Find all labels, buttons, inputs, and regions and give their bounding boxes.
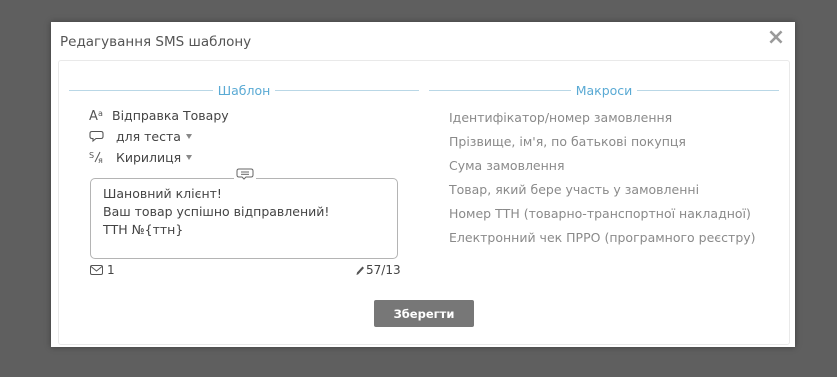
chevron-down-icon — [186, 154, 193, 160]
dialog-title: Редагування SMS шаблону — [60, 34, 252, 50]
alphabet-value: Кирилиця — [116, 149, 182, 165]
transliteration-icon: S я — [89, 150, 109, 164]
macro-item[interactable]: Електронний чек ПРРО (програмного реєстр… — [449, 230, 756, 245]
message-line: Ваш товар успішно відправлений! — [103, 204, 330, 219]
save-button[interactable]: Зберегти — [374, 300, 474, 327]
template-alphabet-row: S я Кирилиця — [89, 148, 193, 166]
chevron-down-icon — [185, 133, 192, 139]
char-counter: 57/13 — [355, 263, 401, 277]
divider — [429, 89, 571, 91]
macros-section-header: Макроси — [429, 82, 780, 98]
sms-count-value: 1 — [107, 263, 115, 277]
macro-item[interactable]: Ідентифікатор/номер замовлення — [449, 110, 672, 125]
divider — [637, 89, 780, 91]
char-counter-value: 57/13 — [366, 263, 401, 277]
edit-sms-template-dialog: Редагування SMS шаблону × Шаблон Макроси… — [51, 22, 795, 347]
font-size-icon: A a — [89, 108, 109, 122]
pencil-icon — [356, 266, 364, 275]
template-name[interactable]: Відправка Товару — [112, 108, 229, 123]
macro-item[interactable]: Товар, який бере участь у замовленні — [449, 182, 699, 197]
template-category-row: для теста — [89, 127, 192, 145]
svg-text:я: я — [98, 156, 103, 164]
svg-text:A: A — [89, 109, 98, 122]
sms-count: 1 — [90, 263, 115, 277]
chat-bubble-icon — [89, 129, 109, 143]
alphabet-dropdown[interactable]: Кирилиця — [116, 149, 193, 165]
macro-item[interactable]: Сума замовлення — [449, 158, 565, 173]
dialog-content: Шаблон Макроси A a Відправка Товару для … — [58, 60, 790, 345]
template-section-title: Шаблон — [217, 82, 271, 98]
message-line: Шановний клієнт! — [103, 186, 222, 201]
svg-text:a: a — [98, 109, 103, 118]
divider — [69, 89, 213, 91]
template-name-row: A a Відправка Товару — [89, 106, 229, 124]
divider — [275, 89, 420, 91]
category-value: для теста — [116, 128, 181, 144]
message-line: ТТН №{ттн} — [103, 222, 184, 237]
svg-text:S: S — [89, 151, 94, 160]
macro-item[interactable]: Номер ТТН (товарно-транспортної накладно… — [449, 206, 751, 221]
category-dropdown[interactable]: для теста — [116, 129, 192, 144]
message-textarea[interactable]: Шановний клієнт! Ваш товар успішно відпр… — [90, 178, 398, 259]
macros-section-title: Макроси — [575, 82, 633, 98]
macro-item[interactable]: Прізвище, ім'я, по батькові покупця — [449, 134, 686, 149]
template-section-header: Шаблон — [69, 82, 420, 98]
envelope-icon — [90, 264, 103, 275]
message-bubble-icon — [234, 167, 256, 181]
close-icon[interactable]: × — [765, 26, 787, 50]
